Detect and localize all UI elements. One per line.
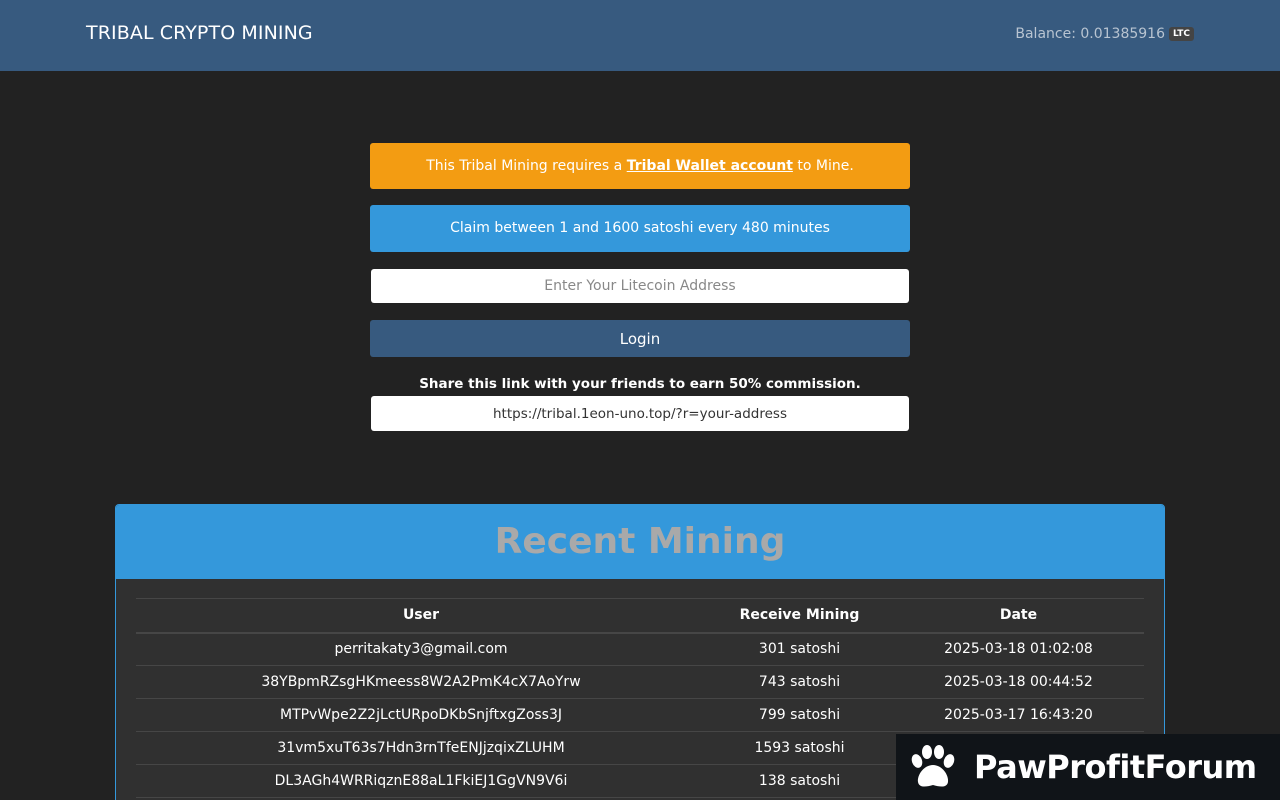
row-user: 31vm5xuT63s7Hdn3rnTfeENJjzqixZLUHM: [136, 731, 706, 765]
row-amount: 743 satoshi: [706, 665, 893, 699]
table-row: perritakaty3@gmail.com 301 satoshi 2025-…: [136, 632, 1144, 666]
column-header-date: Date: [893, 598, 1144, 634]
table-row: 38YBpmRZsgHKmeess8W2A2PmK4cX7AoYrw 743 s…: [136, 665, 1144, 699]
row-date: 2025-03-18 01:02:08: [893, 632, 1144, 666]
row-date: 2025-03-18 00:44:52: [893, 665, 1144, 699]
balance-display: Balance: 0.01385916 LTC: [1015, 26, 1194, 42]
paw-icon: [911, 745, 955, 787]
login-button[interactable]: Login: [370, 320, 910, 357]
watermark-text: PawProfitForum: [974, 748, 1257, 786]
column-header-receive: Receive Mining: [706, 598, 893, 634]
row-amount: 301 satoshi: [706, 632, 893, 666]
litecoin-address-input[interactable]: [371, 269, 909, 303]
row-amount: 1593 satoshi: [706, 731, 893, 765]
column-header-user: User: [136, 598, 706, 634]
top-navbar: TRIBAL CRYPTO MINING Balance: 0.01385916…: [0, 0, 1280, 71]
claim-info-alert: Claim between 1 and 1600 satoshi every 4…: [370, 205, 910, 252]
recent-mining-title: Recent Mining: [116, 505, 1164, 579]
balance-text: Balance: 0.01385916: [1015, 26, 1165, 42]
table-row: MTPvWpe2Z2jLctURpoDKbSnjftxgZoss3J 799 s…: [136, 698, 1144, 732]
row-user: DL3AGh4WRRiqznE88aL1FkiEJ1GgVN9V6i: [136, 764, 706, 798]
currency-badge: LTC: [1169, 27, 1194, 41]
row-user: 38YBpmRZsgHKmeess8W2A2PmK4cX7AoYrw: [136, 665, 706, 699]
brand-link[interactable]: TRIBAL CRYPTO MINING: [86, 22, 313, 44]
row-user: perritakaty3@gmail.com: [136, 632, 706, 666]
pawprofitforum-watermark: PawProfitForum: [896, 734, 1280, 800]
row-amount: 138 satoshi: [706, 764, 893, 798]
row-amount: 799 satoshi: [706, 698, 893, 732]
notice-suffix: to Mine.: [792, 158, 854, 174]
notice-prefix: This Tribal Mining requires a: [426, 158, 627, 174]
row-user: MTPvWpe2Z2jLctURpoDKbSnjftxgZoss3J: [136, 698, 706, 732]
wallet-required-alert: This Tribal Mining requires a Tribal Wal…: [370, 143, 910, 189]
tribal-wallet-link[interactable]: Tribal Wallet account: [627, 158, 793, 174]
share-instructions: Share this link with your friends to ear…: [419, 376, 861, 392]
row-date: 2025-03-17 16:43:20: [893, 698, 1144, 732]
table-header-row: User Receive Mining Date: [136, 598, 1144, 634]
referral-link-field[interactable]: [371, 396, 909, 431]
